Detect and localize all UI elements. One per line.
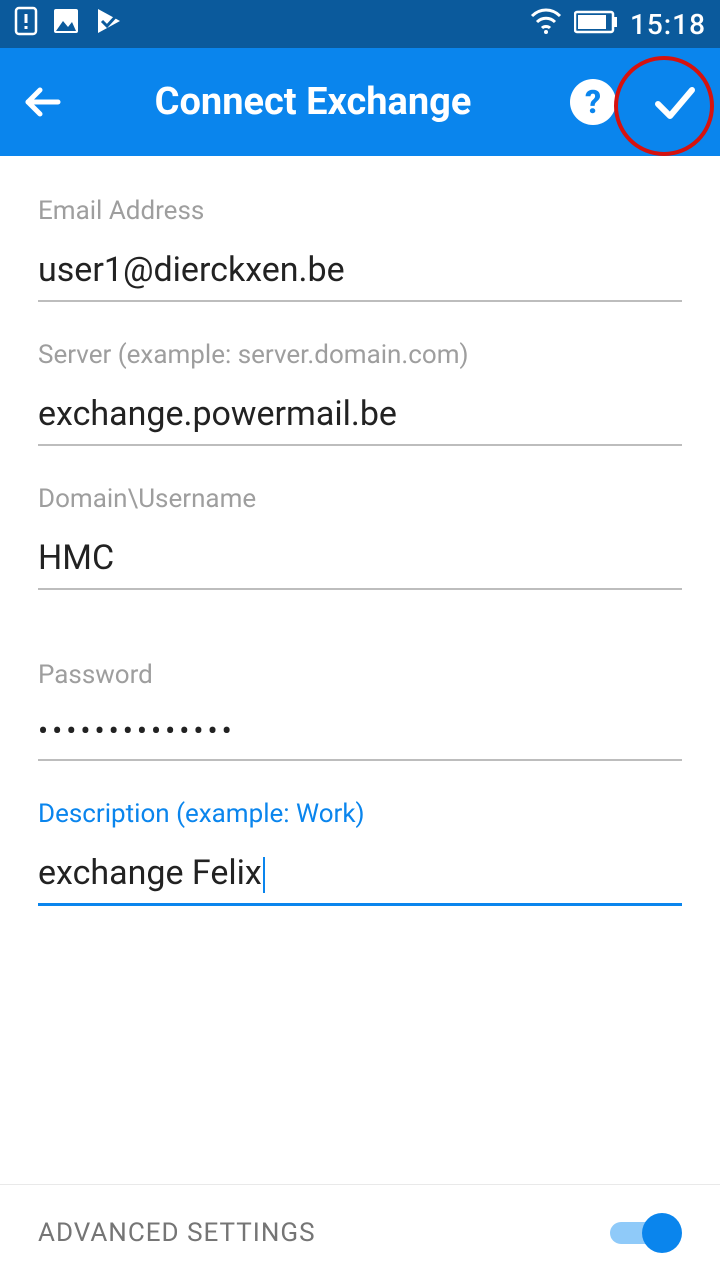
advanced-settings-row: ADVANCED SETTINGS [0, 1184, 720, 1280]
domain-input[interactable] [38, 532, 682, 590]
help-button[interactable]: ? [570, 79, 616, 125]
password-input[interactable] [38, 708, 682, 761]
app-bar: Connect Exchange ? [0, 48, 720, 156]
confirm-button[interactable] [646, 74, 702, 130]
description-label: Description (example: Work) [38, 799, 682, 829]
domain-field-group: Domain\Username [38, 484, 682, 590]
server-field-group: Server (example: server.domain.com) [38, 340, 682, 446]
password-field-group: Password [38, 660, 682, 761]
status-time: 15:18 [630, 8, 706, 41]
text-cursor [263, 857, 265, 893]
server-input[interactable] [38, 388, 682, 446]
advanced-settings-toggle[interactable] [610, 1213, 682, 1253]
email-input[interactable] [38, 244, 682, 302]
email-field-group: Email Address [38, 196, 682, 302]
server-label: Server (example: server.domain.com) [38, 340, 682, 370]
password-label: Password [38, 660, 682, 690]
description-input[interactable]: exchange Felix [38, 847, 682, 906]
play-check-icon [94, 6, 124, 43]
image-icon [52, 7, 80, 42]
notification-alert-icon [14, 6, 38, 43]
wifi-icon [530, 8, 562, 41]
description-value: exchange Felix [38, 853, 262, 893]
toggle-thumb [642, 1213, 682, 1253]
checkmark-icon [648, 76, 700, 128]
help-icon: ? [585, 83, 601, 121]
email-label: Email Address [38, 196, 682, 226]
status-bar: 15:18 [0, 0, 720, 48]
form: Email Address Server (example: server.do… [0, 156, 720, 906]
domain-label: Domain\Username [38, 484, 682, 514]
advanced-settings-label: ADVANCED SETTINGS [38, 1218, 316, 1248]
battery-icon [574, 8, 618, 41]
description-field-group: Description (example: Work) exchange Fel… [38, 799, 682, 906]
page-title: Connect Exchange [56, 80, 570, 124]
